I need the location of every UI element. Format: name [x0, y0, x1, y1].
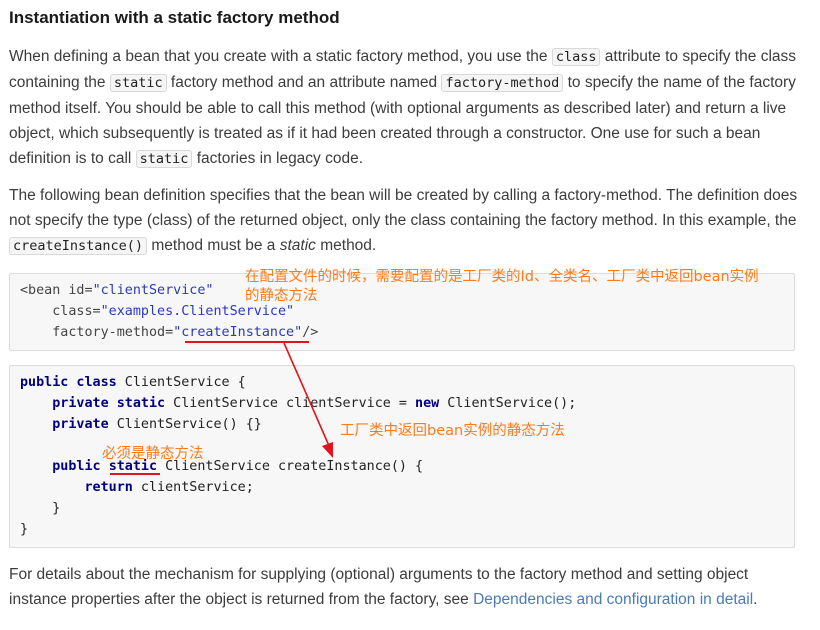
- annotation-overlay: [110, 341, 333, 475]
- annotation-factory-method: 工厂类中返回bean实例的静态方法: [340, 423, 565, 439]
- arrow-head-icon: [322, 442, 333, 458]
- paragraph-details: For details about the mechanism for supp…: [9, 562, 809, 612]
- annotation-config-line1: 在配置文件的时候，需要配置的是工厂类的Id、全类名、工厂类中返回bean实例: [245, 269, 759, 285]
- arrow-line: [283, 342, 331, 449]
- text: .: [753, 591, 758, 608]
- annotation-config: 在配置文件的时候，需要配置的是工厂类的Id、全类名、工厂类中返回bean实例 的静…: [245, 268, 759, 306]
- dependencies-link[interactable]: Dependencies and configuration in detail: [473, 591, 753, 608]
- annotation-config-line2: 的静态方法: [245, 288, 318, 304]
- annotation-must-static: 必须是静态方法: [102, 446, 204, 462]
